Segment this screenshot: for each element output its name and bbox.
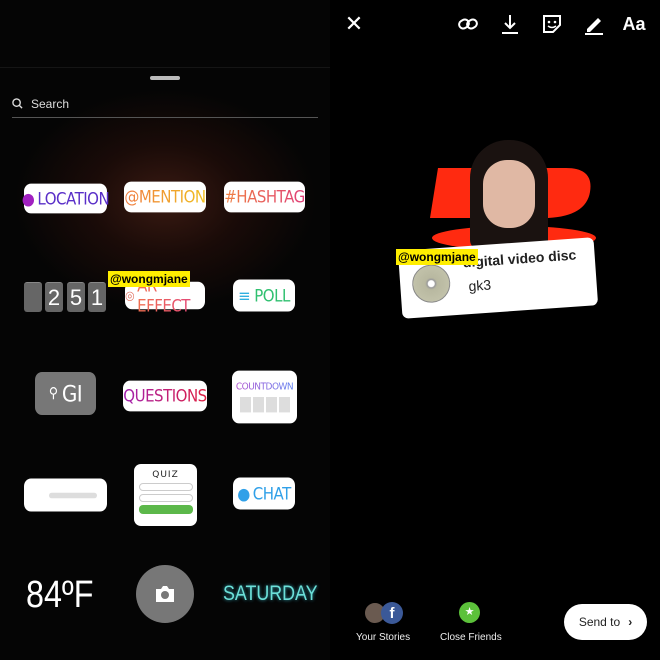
sticker-tray: Search ● LOCATION @MENTION #HASHTAG 2 5 1… bbox=[0, 0, 330, 660]
sticker-day[interactable]: SATURDAY bbox=[223, 582, 318, 606]
sticker-hashtag[interactable]: #HASHTAG bbox=[224, 181, 305, 213]
instagram-icon: ◎ bbox=[125, 288, 135, 303]
facebook-icon: f bbox=[381, 602, 403, 624]
search-icon bbox=[12, 98, 23, 109]
mention-tag: @wongmjane bbox=[396, 249, 478, 265]
sticker-questions[interactable]: QUESTIONS bbox=[123, 380, 207, 412]
close-friends-star-icon[interactable]: ★ bbox=[459, 602, 480, 623]
person-photo bbox=[470, 140, 548, 250]
slider-track bbox=[49, 492, 98, 498]
sticker-gif[interactable]: ⚲ GI bbox=[35, 372, 96, 415]
sticker-quiz[interactable]: QUIZ bbox=[134, 464, 197, 526]
card-title: digital video disc bbox=[462, 246, 577, 271]
sticker-chat[interactable]: ● CHAT bbox=[233, 477, 295, 510]
sticker-countdown[interactable]: COUNTDOWN bbox=[232, 370, 297, 424]
close-friends-label[interactable]: Close Friends bbox=[440, 632, 502, 643]
sticker-poll[interactable]: ≡ POLL bbox=[233, 279, 295, 312]
send-to-button[interactable]: Send to › bbox=[564, 604, 647, 640]
your-stories-label[interactable]: Your Stories bbox=[356, 632, 410, 643]
download-icon[interactable] bbox=[498, 12, 522, 36]
chat-bubble-icon: ● bbox=[237, 483, 250, 504]
flip-digit: 5 bbox=[67, 282, 85, 312]
drag-handle[interactable] bbox=[150, 76, 180, 80]
camera-sticker-button[interactable] bbox=[136, 565, 194, 623]
disc-icon bbox=[410, 263, 452, 304]
search-placeholder: Search bbox=[31, 96, 70, 111]
tray-top bbox=[0, 0, 330, 68]
search-icon: ⚲ bbox=[48, 385, 59, 402]
location-pin-icon: ● bbox=[21, 188, 35, 209]
sticker-location[interactable]: ● LOCATION bbox=[21, 183, 110, 214]
heart-eyes-emoji-icon: 😍 bbox=[32, 485, 48, 505]
flip-digit bbox=[24, 282, 42, 312]
face bbox=[483, 160, 535, 228]
flip-digit: 2 bbox=[45, 282, 63, 312]
card-subtitle: gk3 bbox=[467, 276, 492, 295]
text-tool-button[interactable]: Aa bbox=[622, 12, 646, 36]
sticker-temperature[interactable]: 84ºF bbox=[26, 574, 93, 617]
countdown-boxes bbox=[239, 397, 290, 413]
draw-icon[interactable] bbox=[582, 12, 606, 36]
close-icon[interactable]: ✕ bbox=[342, 11, 366, 36]
sticker-icon[interactable] bbox=[540, 12, 564, 36]
camera-icon bbox=[156, 586, 174, 602]
flip-digit: 1 bbox=[88, 282, 106, 312]
link-icon[interactable] bbox=[456, 12, 480, 36]
sticker-emoji-slider[interactable]: 😍 bbox=[24, 478, 107, 512]
sticker-mention[interactable]: @MENTION bbox=[124, 181, 206, 213]
poll-icon: ≡ bbox=[238, 285, 251, 306]
search-input[interactable]: Search bbox=[12, 90, 318, 118]
mention-tag: @wongmjane bbox=[108, 271, 190, 287]
send-to-label: Send to bbox=[578, 615, 621, 629]
chevron-right-icon: › bbox=[628, 615, 633, 629]
story-editor: ✕ Aa digital video disc gk3 @wongmjane f… bbox=[330, 0, 660, 660]
